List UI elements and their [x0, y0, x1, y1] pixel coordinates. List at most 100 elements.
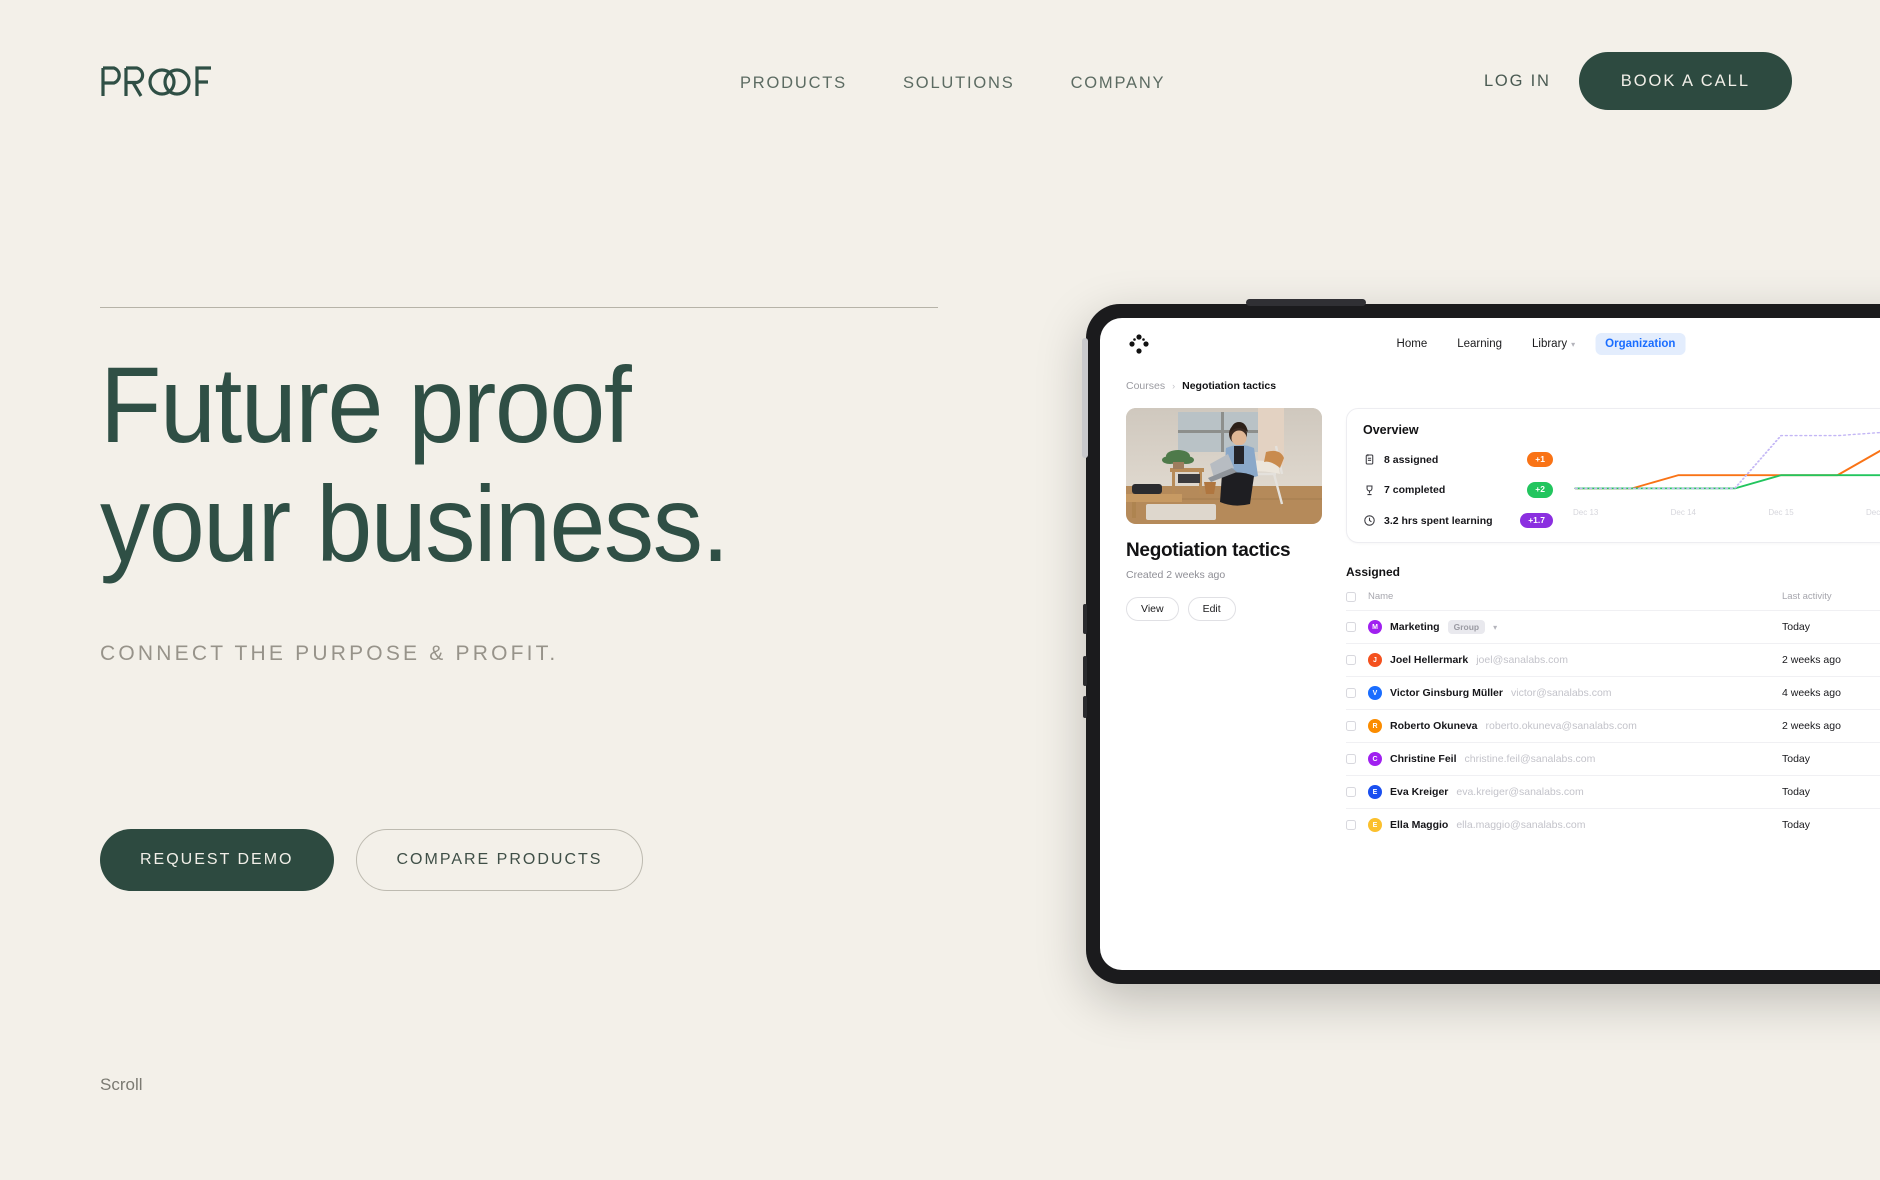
row-email: joel@sanalabs.com: [1476, 654, 1569, 667]
dash-nav-organization-label: Organization: [1605, 338, 1676, 350]
dash-nav-library[interactable]: Library ▾: [1522, 333, 1585, 355]
table-row[interactable]: R Roberto Okuneva roberto.okuneva@sanalabs…: [1346, 709, 1880, 743]
breadcrumb: Courses › Negotiation tactics: [1100, 370, 1880, 392]
nav-item-company[interactable]: COMPANY: [1071, 74, 1166, 93]
main-navigation: PRODUCTS SOLUTIONS COMPANY: [740, 74, 1165, 93]
select-all-checkbox[interactable]: [1346, 591, 1356, 602]
dashboard-navigation: Home Learning Library ▾ Organization: [1387, 333, 1686, 355]
hero-title-line-2: your business.: [100, 462, 729, 584]
hero-title-line-1: Future proof: [100, 344, 632, 465]
dashboard-right-column: Overview 8 assigned +1 7 completed +2 3.…: [1346, 408, 1880, 842]
edit-button[interactable]: Edit: [1187, 597, 1236, 621]
avatar: R: [1368, 719, 1382, 734]
dash-nav-home[interactable]: Home: [1387, 333, 1438, 355]
dash-nav-library-label: Library: [1532, 338, 1568, 350]
device-camera-nub: [1246, 299, 1366, 306]
column-header-last-activity[interactable]: Last activity: [1782, 591, 1880, 611]
course-created-meta: Created 2 weeks ago: [1126, 569, 1226, 581]
dash-nav-learning[interactable]: Learning: [1447, 333, 1512, 355]
row-name: Christine Feil: [1390, 753, 1457, 766]
overview-title: Overview: [1363, 423, 1419, 437]
breadcrumb-courses[interactable]: Courses: [1126, 380, 1165, 392]
table-row[interactable]: C Christine Feil christine.feil@sanalabs.c…: [1346, 742, 1880, 776]
table-row[interactable]: E Ella Maggio ella.maggio@sanalabs.com Toda…: [1346, 808, 1880, 842]
row-email: christine.feil@sanalabs.com: [1464, 753, 1596, 766]
row-name: Roberto Okuneva: [1390, 720, 1478, 733]
chart-tick-3: Dec 16: [1865, 508, 1880, 517]
book-a-call-button[interactable]: BOOK A CALL: [1578, 52, 1792, 110]
sana-dots-logo-icon[interactable]: [1126, 331, 1152, 357]
chevron-down-icon[interactable]: ▾: [1493, 623, 1497, 632]
table-row[interactable]: MMarketingGroup▾TodayCompleted: [1346, 610, 1880, 644]
clock-icon: [1363, 514, 1376, 527]
course-card: Negotiation tactics Created 2 weeks ago …: [1126, 408, 1322, 841]
chart-series-assigned: [1574, 449, 1880, 490]
row-checkbox[interactable]: [1346, 688, 1356, 699]
row-name: Ella Maggio: [1390, 819, 1449, 832]
row-last-activity: Today: [1782, 742, 1880, 776]
chart-tick-2: Dec 15: [1768, 508, 1794, 517]
row-last-activity: Today: [1782, 775, 1880, 809]
nav-item-products[interactable]: PRODUCTS: [740, 74, 847, 93]
dashboard-body: Negotiation tactics Created 2 weeks ago …: [1100, 392, 1880, 842]
row-name-cell: M Marketing Group ▾: [1368, 610, 1782, 644]
row-checkbox[interactable]: [1346, 787, 1356, 798]
chart-series-completed: [1574, 474, 1880, 490]
hero-divider: [100, 307, 938, 308]
request-demo-button[interactable]: REQUEST DEMO: [100, 829, 334, 891]
row-name-cell: J Joel Hellermark joel@sanalabs.com: [1368, 643, 1782, 677]
stat-row-completed: 7 completed +2: [1363, 482, 1553, 498]
assigned-section-title: Assigned: [1346, 565, 1401, 580]
chart-x-axis-labels: Dec 13 Dec 14 Dec 15 Dec 16 Dec 17: [1567, 508, 1880, 517]
compare-products-button[interactable]: COMPARE PRODUCTS: [355, 829, 644, 891]
badge-completed: +2: [1527, 482, 1553, 498]
row-checkbox[interactable]: [1346, 655, 1356, 666]
row-email: eva.kreiger@sanalabs.com: [1456, 786, 1584, 799]
login-link[interactable]: LOG IN: [1484, 72, 1551, 91]
course-title: Negotiation tactics: [1126, 540, 1291, 561]
stat-label-completed: 7 completed: [1384, 484, 1446, 497]
dash-nav-organization[interactable]: Organization: [1595, 333, 1686, 355]
row-name: Victor Ginsburg Müller: [1390, 687, 1503, 700]
select-all-header: [1346, 591, 1368, 611]
row-checkbox[interactable]: [1346, 754, 1356, 765]
chart-tick-1: Dec 14: [1670, 508, 1697, 517]
avatar: J: [1368, 653, 1382, 668]
tablet-screen: Home Learning Library ▾ Organization Cou…: [1100, 318, 1880, 970]
row-select-cell: [1346, 709, 1368, 743]
badge-assigned: +1: [1527, 452, 1553, 468]
row-last-activity: 2 weeks ago: [1782, 709, 1880, 743]
site-header: PRODUCTS SOLUTIONS COMPANY LOG IN BOOK A…: [0, 0, 1880, 175]
brand-logo[interactable]: [100, 62, 212, 102]
avatar: M: [1368, 620, 1382, 635]
table-row[interactable]: J Joel Hellermark joel@sanalabs.com 2 weeks…: [1346, 643, 1880, 677]
proof-logo-icon: [100, 65, 212, 99]
nav-item-solutions[interactable]: SOLUTIONS: [903, 74, 1015, 93]
row-checkbox[interactable]: [1346, 820, 1356, 831]
breadcrumb-current: Negotiation tactics: [1182, 380, 1277, 392]
overview-card: Overview 8 assigned +1 7 completed +2 3.…: [1346, 408, 1880, 544]
stat-label-hours: 3.2 hrs spent learning: [1384, 514, 1493, 527]
hero-subtitle: CONNECT THE PURPOSE & PROFIT.: [100, 641, 559, 665]
view-button[interactable]: View: [1126, 597, 1179, 621]
row-name-cell: R Roberto Okuneva roberto.okuneva@sanalabs…: [1368, 709, 1782, 743]
stat-row-assigned: 8 assigned +1: [1363, 452, 1553, 468]
dashboard-topbar: Home Learning Library ▾ Organization: [1100, 318, 1880, 370]
column-header-name[interactable]: Name: [1368, 591, 1782, 611]
row-last-activity: 4 weeks ago: [1782, 676, 1880, 710]
row-email: ella.maggio@sanalabs.com: [1456, 819, 1586, 832]
row-checkbox[interactable]: [1346, 622, 1356, 633]
row-name-cell: E Ella Maggio ella.maggio@sanalabs.com: [1368, 808, 1782, 842]
chevron-down-icon: ▾: [1571, 339, 1576, 349]
row-last-activity: Today: [1782, 610, 1880, 644]
scroll-hint: Scroll: [100, 1075, 143, 1094]
table-row[interactable]: E Eva Kreiger eva.kreiger@sanalabs.com Toda…: [1346, 775, 1880, 809]
course-thumbnail-image: [1126, 408, 1322, 524]
table-row[interactable]: V Victor Ginsburg Müller victor@sanalabs.c…: [1346, 676, 1880, 710]
row-checkbox[interactable]: [1346, 721, 1356, 732]
row-select-cell: [1346, 610, 1368, 644]
overview-line-chart: Dec 13 Dec 14 Dec 15 Dec 16 Dec 17: [1567, 423, 1880, 528]
row-name: Marketing: [1390, 621, 1440, 634]
row-name-cell: V Victor Ginsburg Müller victor@sanalabs.c…: [1368, 676, 1782, 710]
stat-row-hours: 3.2 hrs spent learning +1.7: [1363, 512, 1553, 529]
